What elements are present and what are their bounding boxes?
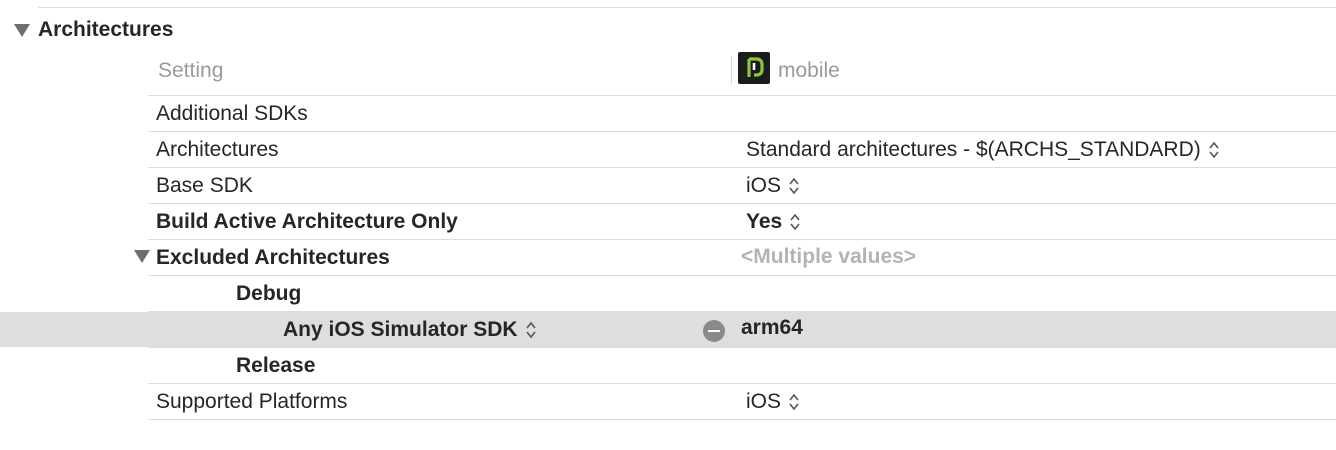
config-row-debug[interactable]: Debug	[0, 276, 1336, 311]
setting-value[interactable]: iOS	[746, 174, 799, 198]
setting-row-excluded-architectures[interactable]: Excluded Architectures <Multiple values>	[0, 240, 1336, 275]
setting-label: Architectures	[156, 138, 279, 161]
up-down-stepper-icon[interactable]	[525, 320, 536, 340]
column-header: Setting mobile	[148, 52, 1336, 94]
condition-label[interactable]: Any iOS Simulator SDK	[283, 318, 536, 342]
setting-value[interactable]: Yes	[746, 210, 800, 234]
minus-circle-icon[interactable]	[703, 320, 725, 342]
setting-row-architectures[interactable]: Architectures Standard architectures - $…	[0, 132, 1336, 167]
up-down-stepper-icon[interactable]	[789, 176, 799, 196]
target-column-label: mobile	[778, 59, 840, 82]
setting-column-label: Setting	[158, 59, 224, 82]
setting-label: Base SDK	[156, 174, 253, 197]
config-label: Debug	[236, 282, 302, 305]
disclosure-triangle-icon[interactable]	[14, 24, 30, 37]
app-target-icon	[738, 52, 770, 84]
setting-label: Additional SDKs	[156, 102, 308, 125]
architectures-section-header[interactable]: Architectures	[0, 14, 400, 46]
setting-value[interactable]: iOS	[746, 390, 799, 414]
up-down-stepper-icon[interactable]	[1209, 140, 1219, 160]
setting-label: Excluded Architectures	[156, 246, 390, 269]
section-title: Architectures	[38, 18, 174, 41]
top-divider	[38, 7, 1336, 8]
setting-value[interactable]: Standard architectures - $(ARCHS_STANDAR…	[746, 138, 1219, 162]
setting-row-supported-platforms[interactable]: Supported Platforms iOS	[0, 384, 1336, 419]
setting-value[interactable]: <Multiple values>	[741, 245, 916, 269]
setting-label: Build Active Architecture Only	[156, 210, 458, 233]
row-divider	[148, 419, 1336, 420]
setting-value[interactable]: arm64	[741, 316, 803, 340]
column-separator	[731, 56, 732, 84]
setting-row-base-sdk[interactable]: Base SDK iOS	[0, 168, 1336, 203]
disclosure-triangle-icon[interactable]	[134, 250, 150, 263]
setting-label: Supported Platforms	[156, 390, 348, 413]
setting-row-build-active-arch-only[interactable]: Build Active Architecture Only Yes	[0, 204, 1336, 239]
condition-row-any-ios-simulator-sdk[interactable]: Any iOS Simulator SDK arm64	[0, 312, 1336, 347]
up-down-stepper-icon[interactable]	[789, 392, 799, 412]
up-down-stepper-icon[interactable]	[790, 212, 800, 232]
config-label: Release	[236, 354, 316, 377]
setting-row-additional-sdks[interactable]: Additional SDKs	[0, 96, 1336, 131]
config-row-release[interactable]: Release	[0, 348, 1336, 383]
